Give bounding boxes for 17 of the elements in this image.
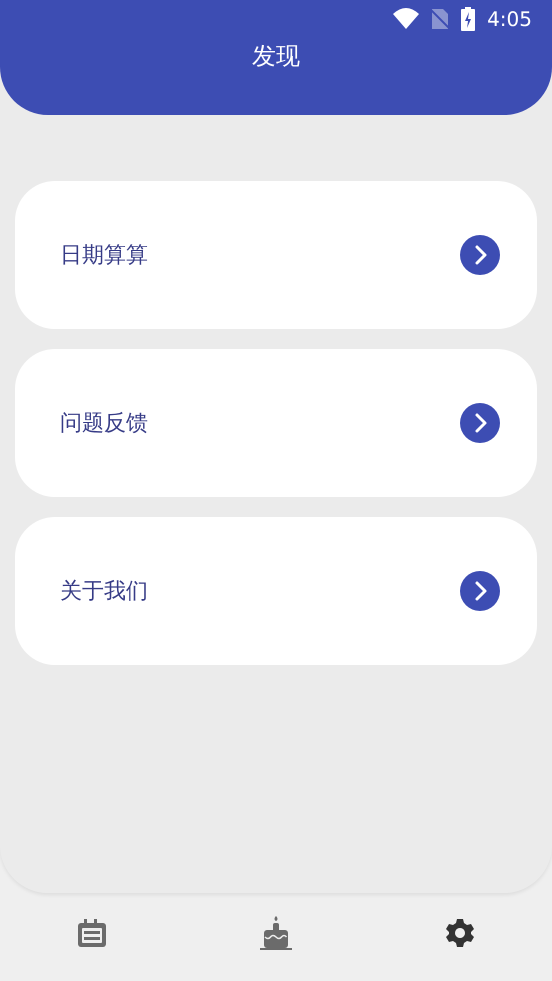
menu-label: 关于我们: [60, 578, 148, 606]
menu-label: 日期算算: [60, 242, 148, 270]
no-sim-icon: [431, 8, 450, 30]
status-time: 4:05: [487, 6, 532, 33]
calendar-icon[interactable]: [76, 917, 108, 949]
chevron-right-icon: [460, 235, 500, 275]
cake-icon[interactable]: [258, 915, 294, 951]
chevron-right-icon: [460, 571, 500, 611]
menu-card[interactable]: 问题反馈: [15, 349, 537, 497]
menu-card[interactable]: 日期算算: [15, 181, 537, 329]
battery-icon: [461, 7, 476, 31]
menu-card[interactable]: 关于我们: [15, 517, 537, 665]
chevron-right-icon: [460, 403, 500, 443]
page-title: 发现: [252, 41, 300, 72]
settings-icon[interactable]: [445, 918, 475, 948]
wifi-icon: [393, 8, 420, 30]
menu-label: 问题反馈: [60, 410, 148, 438]
